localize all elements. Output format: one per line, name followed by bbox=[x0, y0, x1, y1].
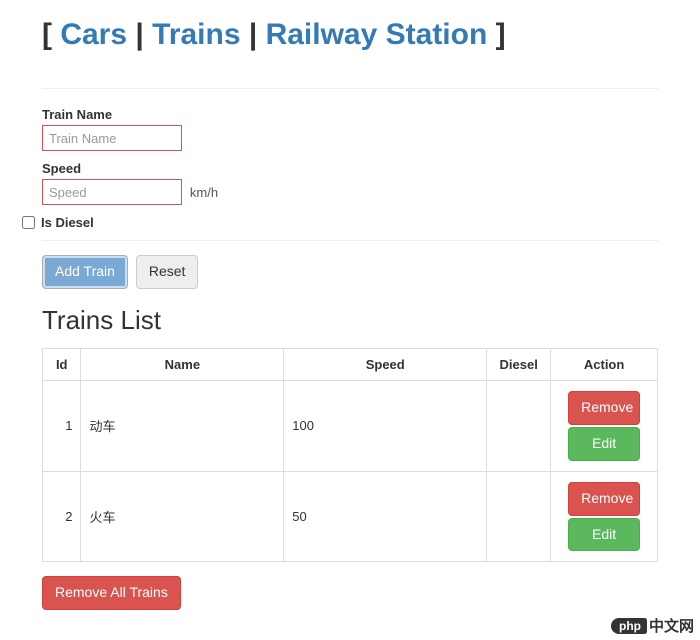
is-diesel-group: Is Diesel bbox=[22, 215, 658, 230]
cell-speed: 100 bbox=[284, 380, 487, 471]
cell-diesel bbox=[487, 471, 551, 562]
nav-sep-2: | bbox=[241, 18, 266, 51]
cell-action: Remove Edit bbox=[551, 380, 658, 471]
cell-action: Remove Edit bbox=[551, 471, 658, 562]
open-bracket: [ bbox=[42, 18, 60, 51]
col-diesel: Diesel bbox=[487, 348, 551, 380]
nav-sep-1: | bbox=[127, 18, 152, 51]
nav-railway-station[interactable]: Railway Station bbox=[266, 18, 488, 51]
reset-button[interactable]: Reset bbox=[136, 255, 199, 289]
speed-group: Speed km/h bbox=[42, 161, 658, 205]
cell-name: 火车 bbox=[81, 471, 284, 562]
cell-id: 2 bbox=[43, 471, 81, 562]
watermark-text: 中文网 bbox=[649, 615, 694, 636]
train-name-group: Train Name bbox=[42, 107, 658, 151]
is-diesel-label: Is Diesel bbox=[41, 215, 94, 230]
divider-form bbox=[42, 240, 658, 241]
form-button-row: Add Train Reset bbox=[42, 255, 658, 289]
col-speed: Speed bbox=[284, 348, 487, 380]
cell-diesel bbox=[487, 380, 551, 471]
nav-trains[interactable]: Trains bbox=[152, 18, 240, 51]
col-action: Action bbox=[551, 348, 658, 380]
watermark: php 中文网 bbox=[611, 615, 694, 636]
col-id: Id bbox=[43, 348, 81, 380]
trains-table: Id Name Speed Diesel Action 1 动车 100 Rem… bbox=[42, 348, 658, 563]
edit-button[interactable]: Edit bbox=[568, 518, 640, 552]
footer-button-row: Remove All Trains bbox=[42, 576, 658, 610]
cell-id: 1 bbox=[43, 380, 81, 471]
train-name-input[interactable] bbox=[42, 125, 182, 151]
cell-speed: 50 bbox=[284, 471, 487, 562]
divider-top bbox=[42, 88, 658, 89]
col-name: Name bbox=[81, 348, 284, 380]
watermark-badge: php bbox=[611, 618, 647, 634]
is-diesel-checkbox[interactable] bbox=[22, 216, 35, 229]
table-header-row: Id Name Speed Diesel Action bbox=[43, 348, 658, 380]
header-nav: [ Cars | Trains | Railway Station ] bbox=[42, 0, 658, 70]
close-bracket: ] bbox=[487, 18, 505, 51]
trains-list-title: Trains List bbox=[42, 305, 658, 336]
train-name-label: Train Name bbox=[42, 107, 658, 122]
nav-cars[interactable]: Cars bbox=[60, 18, 127, 51]
speed-input[interactable] bbox=[42, 179, 182, 205]
remove-all-trains-button[interactable]: Remove All Trains bbox=[42, 576, 181, 610]
remove-button[interactable]: Remove bbox=[568, 482, 640, 516]
speed-label: Speed bbox=[42, 161, 658, 176]
table-row: 1 动车 100 Remove Edit bbox=[43, 380, 658, 471]
add-train-button[interactable]: Add Train bbox=[42, 255, 128, 289]
remove-button[interactable]: Remove bbox=[568, 391, 640, 425]
speed-unit: km/h bbox=[190, 185, 218, 200]
table-row: 2 火车 50 Remove Edit bbox=[43, 471, 658, 562]
edit-button[interactable]: Edit bbox=[568, 427, 640, 461]
cell-name: 动车 bbox=[81, 380, 284, 471]
